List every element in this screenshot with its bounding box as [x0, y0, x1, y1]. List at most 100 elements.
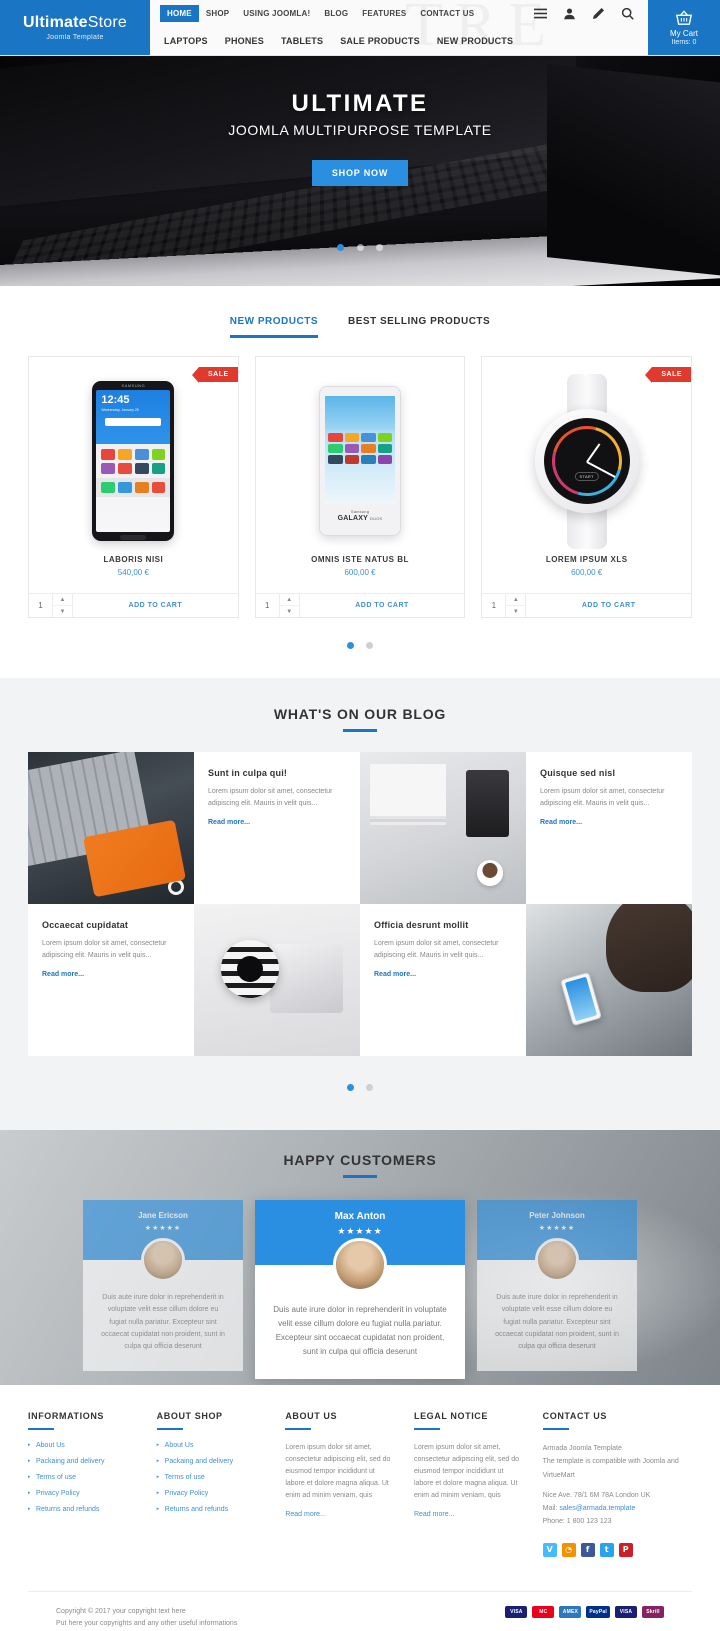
- footer-link[interactable]: Privacy Policy: [157, 1490, 268, 1497]
- copyright-block: Copyright © 2017 your copyright text her…: [56, 1606, 237, 1631]
- contact-mail-row: Mail: sales@armada.template: [543, 1502, 692, 1515]
- nav-item-contact-us[interactable]: CONTACT US: [413, 5, 481, 22]
- stepper-down-icon[interactable]: ▼: [280, 606, 299, 617]
- vimeo-icon[interactable]: V: [542, 1542, 557, 1557]
- footer-link[interactable]: Returns and refunds: [28, 1506, 139, 1513]
- twitter-icon[interactable]: t: [599, 1542, 614, 1557]
- nav-item-home[interactable]: HOME: [160, 5, 199, 23]
- blog-read-more-link[interactable]: Read more...: [540, 819, 678, 826]
- product-tabs: NEW PRODUCTS BEST SELLING PRODUCTS: [0, 316, 720, 338]
- phone-in-hand-shape: [559, 971, 602, 1026]
- stepper-up-icon[interactable]: ▲: [279, 594, 299, 606]
- quantity-stepper[interactable]: ▲ ▼: [53, 594, 73, 617]
- tab-new-products[interactable]: NEW PRODUCTS: [229, 316, 319, 338]
- product-card[interactable]: SALE SAMSUNG 12:45 Wednesday, January 25: [28, 356, 239, 618]
- shop-now-button[interactable]: SHOP NOW: [311, 160, 409, 186]
- category-new-products[interactable]: NEW PRODUCTS: [437, 36, 513, 46]
- footer-link[interactable]: About Us: [28, 1442, 139, 1449]
- hero-dot-2[interactable]: [356, 244, 364, 251]
- app-icon: [361, 444, 376, 453]
- avatar-photo: [336, 1241, 384, 1289]
- nav-item-features[interactable]: FEATURES: [355, 5, 413, 22]
- add-to-cart-button[interactable]: ADD TO CART: [526, 594, 691, 617]
- logo[interactable]: UltimateStore Joomla Template: [0, 0, 150, 55]
- footer-column-about-us: ABOUT US Lorem ipsum dolor sit amet, con…: [285, 1411, 396, 1557]
- blog-read-more-link[interactable]: Read more...: [208, 819, 346, 826]
- blog-image: [28, 752, 194, 904]
- app-icon: [151, 462, 166, 474]
- blog-post[interactable]: Sunt in culpa qui! Lorem ipsum dolor sit…: [194, 752, 360, 904]
- rss-icon[interactable]: ◔: [561, 1542, 576, 1557]
- product-card[interactable]: Samsung GALAXY DUOS OMNIS ISTE NATUS BL …: [254, 356, 466, 618]
- pencil-icon[interactable]: [592, 7, 605, 20]
- contact-mail-link[interactable]: sales@armada.template: [559, 1505, 635, 1512]
- footer-read-more-link[interactable]: Read more...: [285, 1511, 325, 1518]
- blog-post[interactable]: Officia desrunt mollit Lorem ipsum dolor…: [360, 904, 526, 1056]
- footer-link[interactable]: Returns and refunds: [157, 1506, 268, 1513]
- stepper-up-icon[interactable]: ▲: [506, 594, 526, 606]
- contact-address: Nice Ave. 78/1 6M 78A London UK: [542, 1491, 651, 1499]
- tab-best-selling-products[interactable]: BEST SELLING PRODUCTS: [348, 316, 490, 338]
- stepper-up-icon[interactable]: ▲: [53, 594, 72, 606]
- category-phones[interactable]: PHONES: [225, 36, 264, 46]
- category-laptops[interactable]: LAPTOPS: [164, 36, 208, 46]
- blog-post-excerpt: Lorem ipsum dolor sit amet, consectetur …: [540, 788, 665, 807]
- stepper-down-icon[interactable]: ▼: [506, 606, 525, 617]
- footer-link[interactable]: Terms of use: [28, 1474, 139, 1481]
- quantity-input[interactable]: 1: [29, 594, 53, 617]
- footer-link[interactable]: About Us: [157, 1442, 268, 1449]
- footer-link[interactable]: Packaing and delivery: [157, 1458, 268, 1465]
- stepper-down-icon[interactable]: ▼: [53, 606, 72, 617]
- blog-dot-2[interactable]: [366, 1084, 374, 1091]
- pinterest-icon[interactable]: P: [618, 1542, 633, 1557]
- product-card[interactable]: SALE START LOREM IPSUM XLS 600,00 € 1 ▲ …: [481, 356, 693, 618]
- footer-read-more-link[interactable]: Read more...: [414, 1511, 454, 1518]
- blog-text: Officia desrunt mollit Lorem ipsum dolor…: [360, 904, 526, 1056]
- payment-amex-icon: AMEX: [559, 1605, 582, 1618]
- blog-dot-1[interactable]: [346, 1084, 354, 1091]
- category-sale-products[interactable]: SALE PRODUCTS: [340, 36, 420, 46]
- quantity-input[interactable]: 1: [256, 594, 280, 617]
- footer-link[interactable]: Packaing and delivery: [28, 1458, 139, 1465]
- app-icon: [101, 462, 116, 474]
- facebook-icon[interactable]: f: [580, 1542, 595, 1557]
- products-pagination: [0, 636, 720, 654]
- app-icon: [118, 462, 132, 474]
- contact-phone: Phone: 1 800 123 123: [542, 1518, 612, 1526]
- header-icon-group: [534, 7, 648, 20]
- menu-icon[interactable]: [534, 7, 547, 20]
- footer-link[interactable]: Terms of use: [157, 1474, 268, 1481]
- user-icon[interactable]: [563, 7, 576, 20]
- blog-read-more-link[interactable]: Read more...: [42, 971, 180, 978]
- category-tablets[interactable]: TABLETS: [281, 36, 323, 46]
- search-icon[interactable]: [621, 7, 634, 20]
- testimonial-card[interactable]: Max Anton ★★★★★ Duis aute irure dolor in…: [255, 1200, 465, 1379]
- nav-item-blog[interactable]: BLOG: [317, 5, 355, 22]
- quantity-stepper[interactable]: ▲ ▼: [506, 594, 527, 617]
- avatar-photo: [538, 1241, 576, 1279]
- quantity-stepper[interactable]: ▲ ▼: [279, 594, 300, 617]
- product-actions: 1 ▲ ▼ ADD TO CART: [255, 593, 465, 617]
- testimonial-card[interactable]: Jane Ericson ★★★★★ Duis aute irure dolor…: [83, 1200, 243, 1372]
- blog-post[interactable]: Quisque sed nisl Lorem ipsum dolor sit a…: [526, 752, 692, 904]
- payment-paypal-icon: PayPal: [586, 1605, 610, 1618]
- testimonial-card[interactable]: Peter Johnson ★★★★★ Duis aute irure dolo…: [477, 1200, 637, 1372]
- footer-link[interactable]: Privacy Policy: [28, 1490, 139, 1497]
- quantity-input[interactable]: 1: [482, 594, 507, 617]
- hero-dot-3[interactable]: [375, 244, 383, 251]
- products-dot-1[interactable]: [346, 642, 354, 649]
- product-image: Samsung GALAXY DUOS: [256, 357, 465, 547]
- add-to-cart-button[interactable]: ADD TO CART: [73, 594, 238, 617]
- blog-image: [526, 904, 692, 1056]
- blog-read-more-link[interactable]: Read more...: [374, 971, 512, 978]
- product-price: 600,00 €: [571, 568, 603, 577]
- products-dot-2[interactable]: [366, 642, 374, 649]
- coffee-cup-shape: [476, 859, 503, 886]
- blog-post[interactable]: Occaecat cupidatat Lorem ipsum dolor sit…: [28, 904, 194, 1056]
- hero-dot-1[interactable]: [337, 244, 345, 251]
- nav-item-using-joomla[interactable]: USING JOOMLA!: [236, 5, 317, 22]
- nav-item-shop[interactable]: SHOP: [199, 5, 236, 22]
- person-shape: [605, 904, 692, 993]
- cart-button[interactable]: My Cart Items: 0: [648, 0, 720, 55]
- add-to-cart-button[interactable]: ADD TO CART: [300, 594, 465, 617]
